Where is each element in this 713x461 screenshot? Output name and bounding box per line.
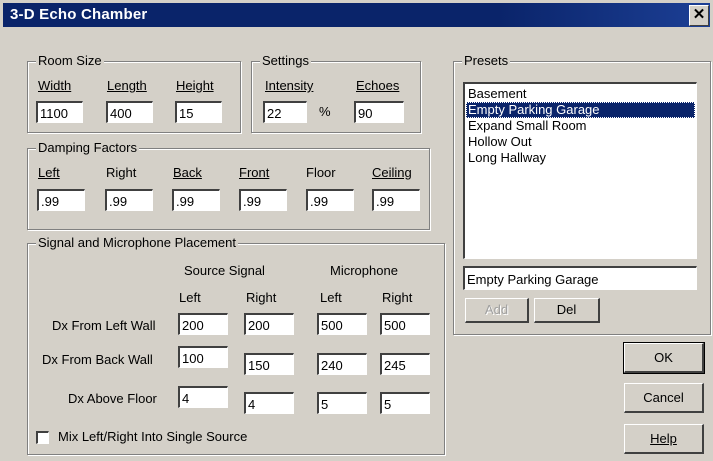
mic-right-col: Right xyxy=(382,290,413,305)
preset-item[interactable]: Basement xyxy=(466,86,695,102)
width-input[interactable] xyxy=(36,101,83,123)
room-size-legend: Room Size xyxy=(36,53,104,69)
damping-factors-group: Damping Factors xyxy=(27,140,430,230)
back-wall-source-right[interactable] xyxy=(244,353,294,375)
above-floor-source-right[interactable] xyxy=(244,392,294,414)
damping-left-label: Left xyxy=(38,165,60,180)
placement-legend: Signal and Microphone Placement xyxy=(36,235,239,251)
damping-ceiling-input[interactable] xyxy=(372,189,420,211)
source-left-col: Left xyxy=(179,290,201,305)
intensity-input[interactable] xyxy=(263,101,307,123)
preset-item[interactable]: Long Hallway xyxy=(466,150,695,166)
echoes-input[interactable] xyxy=(354,101,404,123)
preset-item[interactable]: Hollow Out xyxy=(466,134,695,150)
preset-name-input[interactable] xyxy=(463,266,697,290)
help-button[interactable]: Help xyxy=(624,424,704,454)
left-wall-source-right[interactable] xyxy=(244,313,294,335)
above-floor-source-left[interactable] xyxy=(178,386,228,408)
echo-chamber-dialog: 3-D Echo Chamber ✕ Room Size Width Lengt… xyxy=(0,0,713,461)
damping-floor-input[interactable] xyxy=(306,189,354,211)
echoes-label: Echoes xyxy=(356,78,400,93)
back-wall-mic-right[interactable] xyxy=(380,353,430,375)
damping-floor-label: Floor xyxy=(306,165,336,180)
damping-back-input[interactable] xyxy=(172,189,220,211)
length-label: Length xyxy=(107,78,147,93)
damping-right-input[interactable] xyxy=(105,189,153,211)
mix-checkbox[interactable] xyxy=(36,431,49,444)
length-input[interactable] xyxy=(106,101,153,123)
damping-ceiling-label: Ceiling xyxy=(372,165,412,180)
close-button[interactable]: ✕ xyxy=(689,5,709,26)
back-wall-source-left[interactable] xyxy=(178,346,228,368)
preset-item[interactable]: Expand Small Room xyxy=(466,118,695,134)
source-right-col: Right xyxy=(246,290,277,305)
add-preset-button[interactable]: Add xyxy=(465,298,529,323)
intensity-label: Intensity xyxy=(265,78,314,93)
ok-button[interactable]: OK xyxy=(623,342,705,374)
damping-back-label: Back xyxy=(173,165,202,180)
title-bar[interactable]: 3-D Echo Chamber ✕ xyxy=(3,3,710,27)
percent-label: % xyxy=(319,104,331,119)
source-signal-header: Source Signal xyxy=(184,263,265,278)
width-label: Width xyxy=(38,78,72,93)
row-label-above-floor: Dx Above Floor xyxy=(68,391,157,406)
delete-preset-button[interactable]: Del xyxy=(534,298,600,323)
damping-front-label: Front xyxy=(239,165,270,180)
presets-legend: Presets xyxy=(462,53,511,69)
microphone-header: Microphone xyxy=(330,263,398,278)
above-floor-mic-left[interactable] xyxy=(317,392,367,414)
above-floor-mic-right[interactable] xyxy=(380,392,430,414)
preset-item-selected[interactable]: Empty Parking Garage xyxy=(466,102,695,118)
height-label: Height xyxy=(176,78,214,93)
height-input[interactable] xyxy=(175,101,222,123)
left-wall-source-left[interactable] xyxy=(178,313,228,335)
back-wall-mic-left[interactable] xyxy=(317,353,367,375)
cancel-button[interactable]: Cancel xyxy=(624,383,704,413)
left-wall-mic-left[interactable] xyxy=(317,313,367,335)
damping-left-input[interactable] xyxy=(37,189,85,211)
presets-list[interactable]: Basement Empty Parking Garage Expand Sma… xyxy=(463,82,697,259)
damping-legend: Damping Factors xyxy=(36,140,139,156)
mix-label[interactable]: Mix Left/Right Into Single Source xyxy=(58,429,247,445)
settings-legend: Settings xyxy=(260,53,311,69)
row-label-back-wall: Dx From Back Wall xyxy=(42,352,153,367)
damping-right-label: Right xyxy=(106,165,137,180)
row-label-left-wall: Dx From Left Wall xyxy=(52,318,156,333)
window-title: 3-D Echo Chamber xyxy=(10,6,148,23)
damping-front-input[interactable] xyxy=(239,189,287,211)
mic-left-col: Left xyxy=(320,290,342,305)
left-wall-mic-right[interactable] xyxy=(380,313,430,335)
